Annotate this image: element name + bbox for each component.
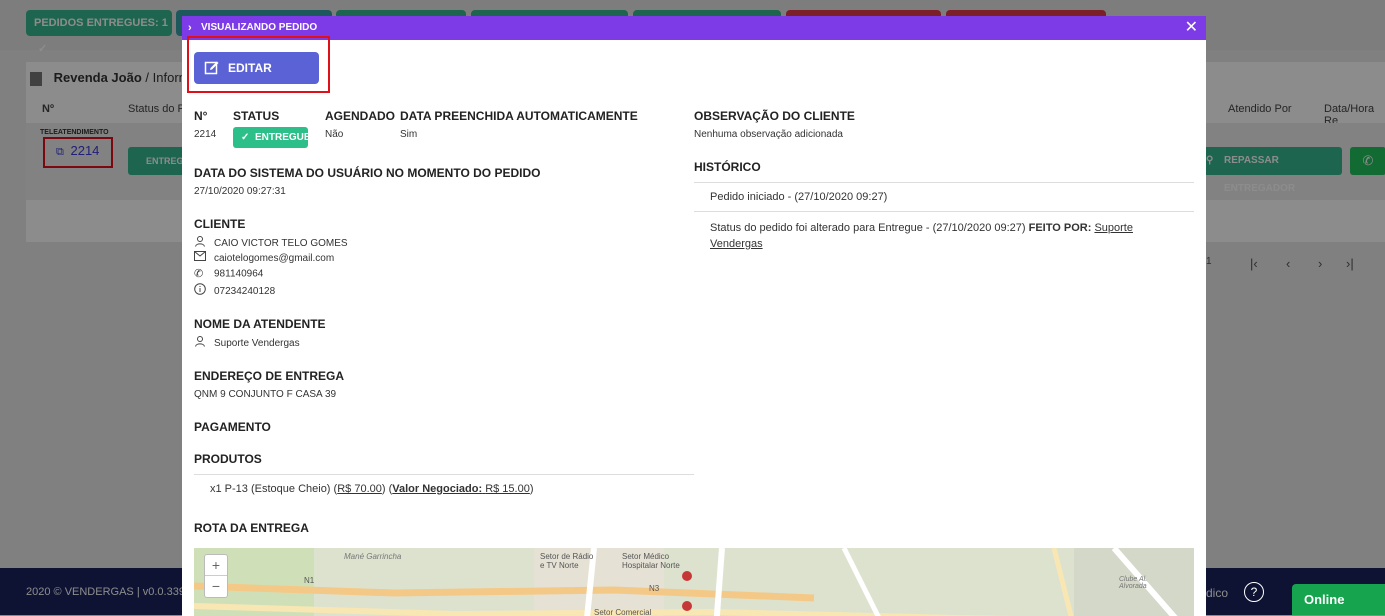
cliente-telefone: 981140964 xyxy=(214,268,264,280)
list-item: Status do pedido foi alterado para Entre… xyxy=(694,213,1194,256)
status-badge: ✓ ENTREGUE xyxy=(233,127,311,148)
order-view-modal: › VISUALIZANDO PEDIDO ✕ EDITAR PEDIDO N°… xyxy=(182,16,1206,616)
history-text: Status do pedido foi alterado para Entre… xyxy=(710,222,1026,234)
status-label: STATUS xyxy=(233,109,280,123)
atendente-label: NOME DA ATENDENTE xyxy=(194,317,326,331)
map-label: N1 xyxy=(304,576,315,585)
list-item: Pedido iniciado - (27/10/2020 09:27) xyxy=(694,183,1194,212)
agendado-value: Não xyxy=(325,129,344,140)
product-row: x1 P-13 (Estoque Cheio) (R$ 70.00) (Valo… xyxy=(194,474,694,503)
numero-value: 2214 xyxy=(194,129,217,140)
close-icon[interactable]: ✕ xyxy=(1185,16,1198,40)
cliente-email: caiotelogomes@gmail.com xyxy=(214,253,335,265)
history-list: Pedido iniciado - (27/10/2020 09:27) Sta… xyxy=(694,182,1194,256)
map-label: Setor de Rádio e TV Norte xyxy=(540,552,594,570)
map-label: Clube Al. Alvorada xyxy=(1119,576,1148,590)
atendente-line: Suporte Vendergas xyxy=(194,335,300,349)
observacao-label: OBSERVAÇÃO DO CLIENTE xyxy=(694,109,855,123)
endereco-label: ENDEREÇO DE ENTREGA xyxy=(194,369,345,383)
edit-icon xyxy=(204,61,219,75)
cliente-label: CLIENTE xyxy=(194,217,246,231)
user-icon xyxy=(194,335,208,352)
cliente-nome: CAIO VICTOR TELO GOMES xyxy=(214,238,348,250)
data-sistema-value: 27/10/2020 09:27:31 xyxy=(194,186,286,197)
online-label: Online xyxy=(1304,592,1345,607)
data-sistema-label: DATA DO SISTEMA DO USUÁRIO NO MOMENTO DO… xyxy=(194,166,541,180)
map-zoom-control: + − xyxy=(204,554,228,598)
cliente-telefone-line: ✆ 981140964 xyxy=(194,267,263,281)
cliente-nome-line: CAIO VICTOR TELO GOMES xyxy=(194,235,348,249)
negotiated-value: R$ 15.00 xyxy=(485,483,530,495)
atendente-nome: Suporte Vendergas xyxy=(214,338,300,350)
check-icon: ✓ xyxy=(241,132,250,143)
online-status-button[interactable]: Online xyxy=(1292,584,1385,615)
cliente-doc: 07234240128 xyxy=(214,286,276,298)
help-icon[interactable]: ? xyxy=(1244,582,1264,602)
cliente-email-line: caiotelogomes@gmail.com xyxy=(194,251,334,265)
negotiated-label: Valor Negociado: xyxy=(392,483,483,495)
product-name: x1 P-13 xyxy=(210,483,248,495)
modal-header: › VISUALIZANDO PEDIDO ✕ xyxy=(182,16,1206,40)
edit-order-button[interactable]: EDITAR PEDIDO xyxy=(194,52,319,107)
observacao-value: Nenhuma observação adicionada xyxy=(694,129,843,140)
help-label: ? xyxy=(1250,585,1258,599)
map-label: Setor Médico Hospitalar Norte xyxy=(622,552,680,570)
produtos-label: PRODUTOS xyxy=(194,452,262,466)
map-label: Mané Garrincha xyxy=(344,552,402,561)
product-type: (Estoque Cheio) xyxy=(250,483,331,495)
historico-label: HISTÓRICO xyxy=(694,160,761,174)
product-price: R$ 70.00 xyxy=(337,483,382,495)
history-text: Pedido iniciado - (27/10/2020 09:27) xyxy=(710,191,888,203)
data-auto-value: Sim xyxy=(400,129,418,140)
history-by-label: FEITO POR: xyxy=(1028,222,1092,234)
numero-label: N° xyxy=(194,109,208,123)
rota-label: ROTA DA ENTREGA xyxy=(194,521,309,535)
phone-icon: ✆ xyxy=(194,268,204,280)
user-icon xyxy=(194,235,208,252)
map-zoom-out[interactable]: − xyxy=(205,576,227,596)
map-zoom-in[interactable]: + xyxy=(205,555,227,576)
info-icon xyxy=(194,283,208,300)
cliente-doc-line: 07234240128 xyxy=(194,283,275,297)
agendado-label: AGENDADO xyxy=(325,109,396,123)
map-label: N3 xyxy=(649,584,660,593)
pagamento-label: PAGAMENTO xyxy=(194,420,271,434)
data-auto-label: DATA PREENCHIDA AUTOMATICAMENTE xyxy=(400,109,638,123)
delivery-route-map[interactable]: Setor de Rádio e TV Norte Setor Médico H… xyxy=(194,548,1194,616)
edit-order-label: EDITAR PEDIDO xyxy=(228,61,275,107)
status-badge-text: ENTREGUE xyxy=(255,132,311,143)
mail-icon xyxy=(194,251,208,266)
endereco-value: QNM 9 CONJUNTO F CASA 39 xyxy=(194,389,337,400)
